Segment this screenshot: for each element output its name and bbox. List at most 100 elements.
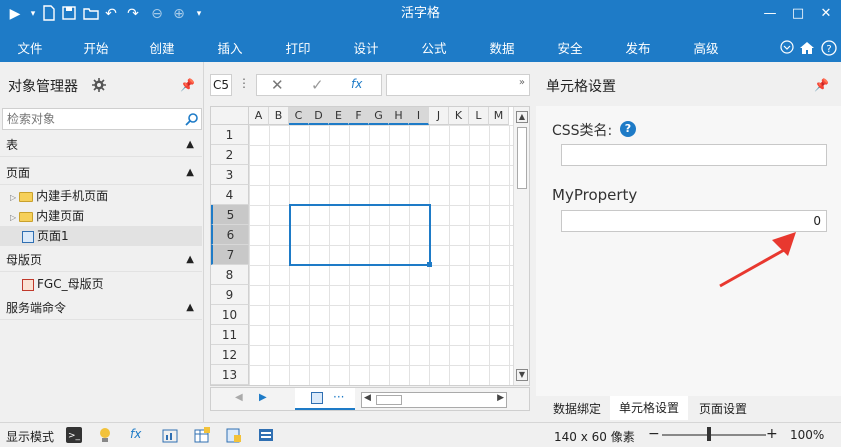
pin-icon[interactable]: 📌	[180, 78, 195, 92]
expand-arrow-icon[interactable]: ▷	[10, 213, 16, 222]
row-header-12[interactable]: 12	[211, 345, 249, 365]
row-header-9[interactable]: 9	[211, 285, 249, 305]
tab-security[interactable]: 安全	[550, 36, 590, 62]
tree-item-page1[interactable]: 页面1	[0, 226, 202, 246]
css-class-input[interactable]	[561, 144, 827, 166]
customize-icon[interactable]: ▾	[190, 5, 208, 23]
layout-icon[interactable]	[258, 427, 274, 443]
chevron-up-icon[interactable]: ▲	[186, 248, 194, 272]
back-icon[interactable]: ⊖	[148, 5, 166, 23]
column-header-h[interactable]: H	[389, 107, 409, 125]
new-file-icon[interactable]	[40, 5, 58, 23]
column-header-k[interactable]: K	[449, 107, 469, 125]
console-icon[interactable]: >_	[66, 427, 82, 443]
sheet-tab[interactable]: ···	[295, 388, 355, 410]
row-header-8[interactable]: 8	[211, 265, 249, 285]
column-header-i[interactable]: I	[409, 107, 429, 125]
column-header-j[interactable]: J	[429, 107, 449, 125]
undo-icon[interactable]: ↶	[102, 5, 120, 23]
lightbulb-icon[interactable]	[98, 427, 114, 443]
help-icon[interactable]: ?	[620, 121, 636, 137]
search-icon[interactable]	[185, 112, 199, 129]
hscroll-thumb[interactable]	[376, 395, 402, 405]
column-header-a[interactable]: A	[249, 107, 269, 125]
column-header-l[interactable]: L	[469, 107, 489, 125]
section-master-pages[interactable]: 母版页 ▲	[0, 248, 202, 272]
tree-item-master[interactable]: FGC_母版页	[0, 274, 202, 294]
function-icon[interactable]: fx	[130, 427, 146, 443]
gear-icon[interactable]	[92, 78, 106, 92]
tab-page-settings[interactable]: 页面设置	[690, 398, 756, 420]
tab-file[interactable]: 文件	[10, 36, 50, 62]
database-icon[interactable]	[226, 427, 242, 443]
maximize-button[interactable]: □	[788, 4, 808, 24]
cell-reference[interactable]: C5	[210, 74, 232, 96]
tab-home[interactable]: 开始	[76, 36, 116, 62]
tab-advanced[interactable]: 高级	[686, 36, 726, 62]
tab-data[interactable]: 数据	[482, 36, 522, 62]
chevron-up-icon[interactable]: ▲	[186, 161, 194, 185]
run-icon[interactable]: ▶	[6, 5, 24, 23]
forward-icon[interactable]: ⊕	[170, 5, 188, 23]
row-header-7[interactable]: 7	[211, 245, 249, 265]
collapse-ribbon-icon[interactable]	[778, 40, 796, 58]
table-edit-icon[interactable]	[194, 427, 210, 443]
spreadsheet-grid[interactable]: ABCDEFGHIJKLM 1 2 3 4 5 6 7 8 9 10 11 12 13 ▲ ▼	[210, 106, 530, 386]
column-header-c[interactable]: C	[289, 107, 309, 125]
row-header-2[interactable]: 2	[211, 145, 249, 165]
section-pages[interactable]: 页面 ▲	[0, 161, 202, 185]
row-header-1[interactable]: 1	[211, 125, 249, 145]
row-header-10[interactable]: 10	[211, 305, 249, 325]
chevron-up-icon[interactable]: ▲	[186, 296, 194, 320]
chart-icon[interactable]	[162, 427, 178, 443]
search-input[interactable]	[7, 111, 177, 127]
save-icon[interactable]	[60, 5, 78, 23]
column-header-m[interactable]: M	[489, 107, 509, 125]
tree-item-builtin-pages[interactable]: ▷ 内建页面	[0, 206, 202, 226]
column-header-f[interactable]: F	[349, 107, 369, 125]
expand-arrow-icon[interactable]: ▷	[10, 193, 16, 202]
section-tables[interactable]: 表 ▲	[0, 133, 202, 157]
tab-publish[interactable]: 发布	[618, 36, 658, 62]
zoom-in-button[interactable]: +	[766, 426, 778, 442]
column-header-e[interactable]: E	[329, 107, 349, 125]
tab-print[interactable]: 打印	[278, 36, 318, 62]
home-icon[interactable]	[798, 40, 816, 58]
row-header-6[interactable]: 6	[211, 225, 249, 245]
cancel-icon[interactable]: ✕	[271, 76, 284, 94]
select-all-corner[interactable]	[211, 107, 249, 125]
column-header-g[interactable]: G	[369, 107, 389, 125]
scroll-up-icon[interactable]: ▲	[516, 111, 528, 123]
scroll-down-icon[interactable]: ▼	[516, 369, 528, 381]
open-folder-icon[interactable]	[82, 5, 100, 23]
more-tabs-icon[interactable]: ···	[333, 390, 344, 404]
column-header-b[interactable]: B	[269, 107, 289, 125]
zoom-slider-track[interactable]	[662, 434, 766, 436]
row-header-4[interactable]: 4	[211, 185, 249, 205]
row-header-11[interactable]: 11	[211, 325, 249, 345]
more-vertical-icon[interactable]: ⋮	[238, 76, 250, 90]
tree-item-mobile-pages[interactable]: ▷ 内建手机页面	[0, 186, 202, 206]
help-icon[interactable]: ?	[820, 40, 838, 58]
chevron-up-icon[interactable]: ▲	[186, 133, 194, 157]
selected-cell-range[interactable]	[289, 204, 431, 266]
tab-insert[interactable]: 插入	[210, 36, 250, 62]
close-button[interactable]: ✕	[816, 4, 836, 24]
prev-sheet-icon[interactable]: ◀	[235, 392, 243, 403]
search-box[interactable]	[2, 108, 202, 130]
scroll-thumb[interactable]	[517, 127, 527, 189]
tab-create[interactable]: 创建	[142, 36, 182, 62]
column-header-d[interactable]: D	[309, 107, 329, 125]
scroll-right-icon[interactable]: ▶	[497, 393, 504, 403]
confirm-icon[interactable]: ✓	[311, 76, 324, 94]
row-header-5[interactable]: 5	[211, 205, 249, 225]
display-mode-label[interactable]: 显示模式	[6, 428, 54, 445]
tab-cell-settings[interactable]: 单元格设置	[610, 396, 688, 420]
tab-formula[interactable]: 公式	[414, 36, 454, 62]
row-header-3[interactable]: 3	[211, 165, 249, 185]
zoom-slider-thumb[interactable]	[707, 427, 711, 441]
minimize-button[interactable]: —	[760, 4, 780, 24]
tab-design[interactable]: 设计	[346, 36, 386, 62]
fill-handle[interactable]	[427, 262, 432, 267]
section-server-commands[interactable]: 服务端命令 ▲	[0, 296, 202, 320]
